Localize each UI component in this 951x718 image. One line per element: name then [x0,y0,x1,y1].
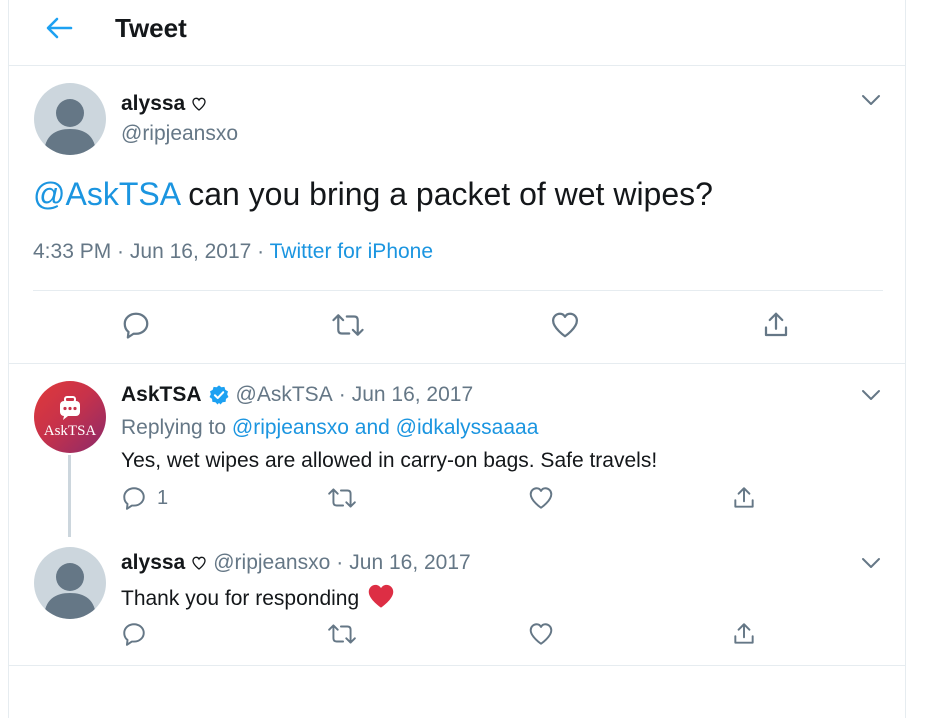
reply-count: 1 [157,486,169,509]
heart-outline-icon [529,623,553,645]
tweet-meta: 4:33 PM · Jun 16, 2017 · Twitter for iPh… [33,240,433,264]
default-avatar-icon [44,99,96,155]
author-handle[interactable]: @AskTSA [236,383,333,407]
retweet-icon [332,314,364,336]
chevron-down-icon [862,558,880,568]
meta-separator: · [111,240,130,263]
heart-outline-icon [529,487,553,509]
tweet-text: Yes, wet wipes are allowed in carry-on b… [121,449,658,472]
like-button[interactable] [527,485,555,511]
tweet-date[interactable]: Jun 16, 2017 [130,240,251,263]
more-options-caret[interactable] [859,551,883,575]
reply-tweet: alyssa @ripjeansxo · Jun 16, 2017 Thank … [9,537,905,666]
like-button[interactable] [549,310,581,340]
author-handle[interactable]: @ripjeansxo [121,122,238,146]
avatar[interactable] [34,83,106,155]
avatar-text: AskTSA [43,423,97,439]
reply-icon [123,623,145,646]
tweet-actions: 1 [9,485,905,521]
retweet-icon [328,488,356,508]
page-header: Tweet [9,0,905,66]
tweet-actions [9,621,905,657]
main-tweet: alyssa @ripjeansxo @AskTSA can you bring… [9,66,905,364]
reply-tweet: AskTSA AskTSA @AskTSA · Jun 16, 2017 Rep… [9,365,905,537]
tweet-body-text: Thank you for responding [121,587,360,610]
author-name[interactable]: alyssa [121,92,185,116]
author-name[interactable]: AskTSA [121,383,202,407]
tweet-date[interactable]: Jun 16, 2017 [352,383,473,407]
dot-separator: · [336,551,344,574]
avatar[interactable] [34,547,106,619]
dot-separator: · [338,383,346,406]
back-arrow-icon [46,17,73,39]
heart-outline-icon [191,555,207,571]
replying-users-link[interactable]: @ripjeansxo and @idkalyssaaaa [232,416,538,439]
more-options-caret[interactable] [859,88,883,112]
share-button[interactable] [761,310,791,340]
share-icon [734,487,754,508]
share-icon [734,623,754,644]
share-button[interactable] [731,621,757,647]
more-options-caret[interactable] [859,383,883,407]
reply-button[interactable]: 1 [121,485,168,511]
avatar[interactable]: AskTSA [34,381,106,453]
reply-button[interactable] [121,310,151,340]
reply-button[interactable] [121,621,147,647]
heart-outline-icon [191,96,207,112]
tweet-text: Thank you for responding [121,583,395,615]
share-button[interactable] [731,485,757,511]
replying-to: Replying to @ripjeansxo and @idkalyssaaa… [121,416,538,440]
default-avatar-icon [44,563,96,619]
chevron-down-icon [862,95,880,105]
tweet-date[interactable]: Jun 16, 2017 [349,551,470,575]
chevron-down-icon [862,390,880,400]
retweet-button[interactable] [327,485,357,511]
tweet-actions [9,310,905,346]
tweet-text: @AskTSA can you bring a packet of wet wi… [33,176,713,213]
back-button[interactable] [39,12,79,44]
author-handle[interactable]: @ripjeansxo [213,551,330,575]
tweet-source-link[interactable]: Twitter for iPhone [270,240,433,263]
chat-suitcase-icon [60,396,80,420]
retweet-icon [328,624,356,644]
red-heart-icon [367,583,395,615]
page-title: Tweet [115,13,187,43]
tweet-frame: Tweet alyssa @ripjeansxo @AskTSA can you… [8,0,906,718]
author-name-line: alyssa @ripjeansxo · Jun 16, 2017 [121,551,471,575]
reply-icon [123,487,145,510]
mention-link[interactable]: @AskTSA [33,176,179,212]
like-button[interactable] [527,621,555,647]
replying-prefix: Replying to [121,416,232,439]
verified-badge-icon [208,384,230,406]
author-name-line: alyssa [121,92,207,116]
tweet-time[interactable]: 4:33 PM [33,240,111,263]
author-name-line: AskTSA @AskTSA · Jun 16, 2017 [121,383,473,407]
retweet-button[interactable] [331,310,365,340]
retweet-button[interactable] [327,621,357,647]
divider [33,290,883,291]
share-icon [764,312,788,337]
author-name[interactable]: alyssa [121,551,185,575]
tweet-body-text: can you bring a packet of wet wipes? [179,176,713,212]
heart-outline-icon [552,312,578,338]
meta-separator: · [251,240,270,263]
reply-icon [123,312,149,339]
